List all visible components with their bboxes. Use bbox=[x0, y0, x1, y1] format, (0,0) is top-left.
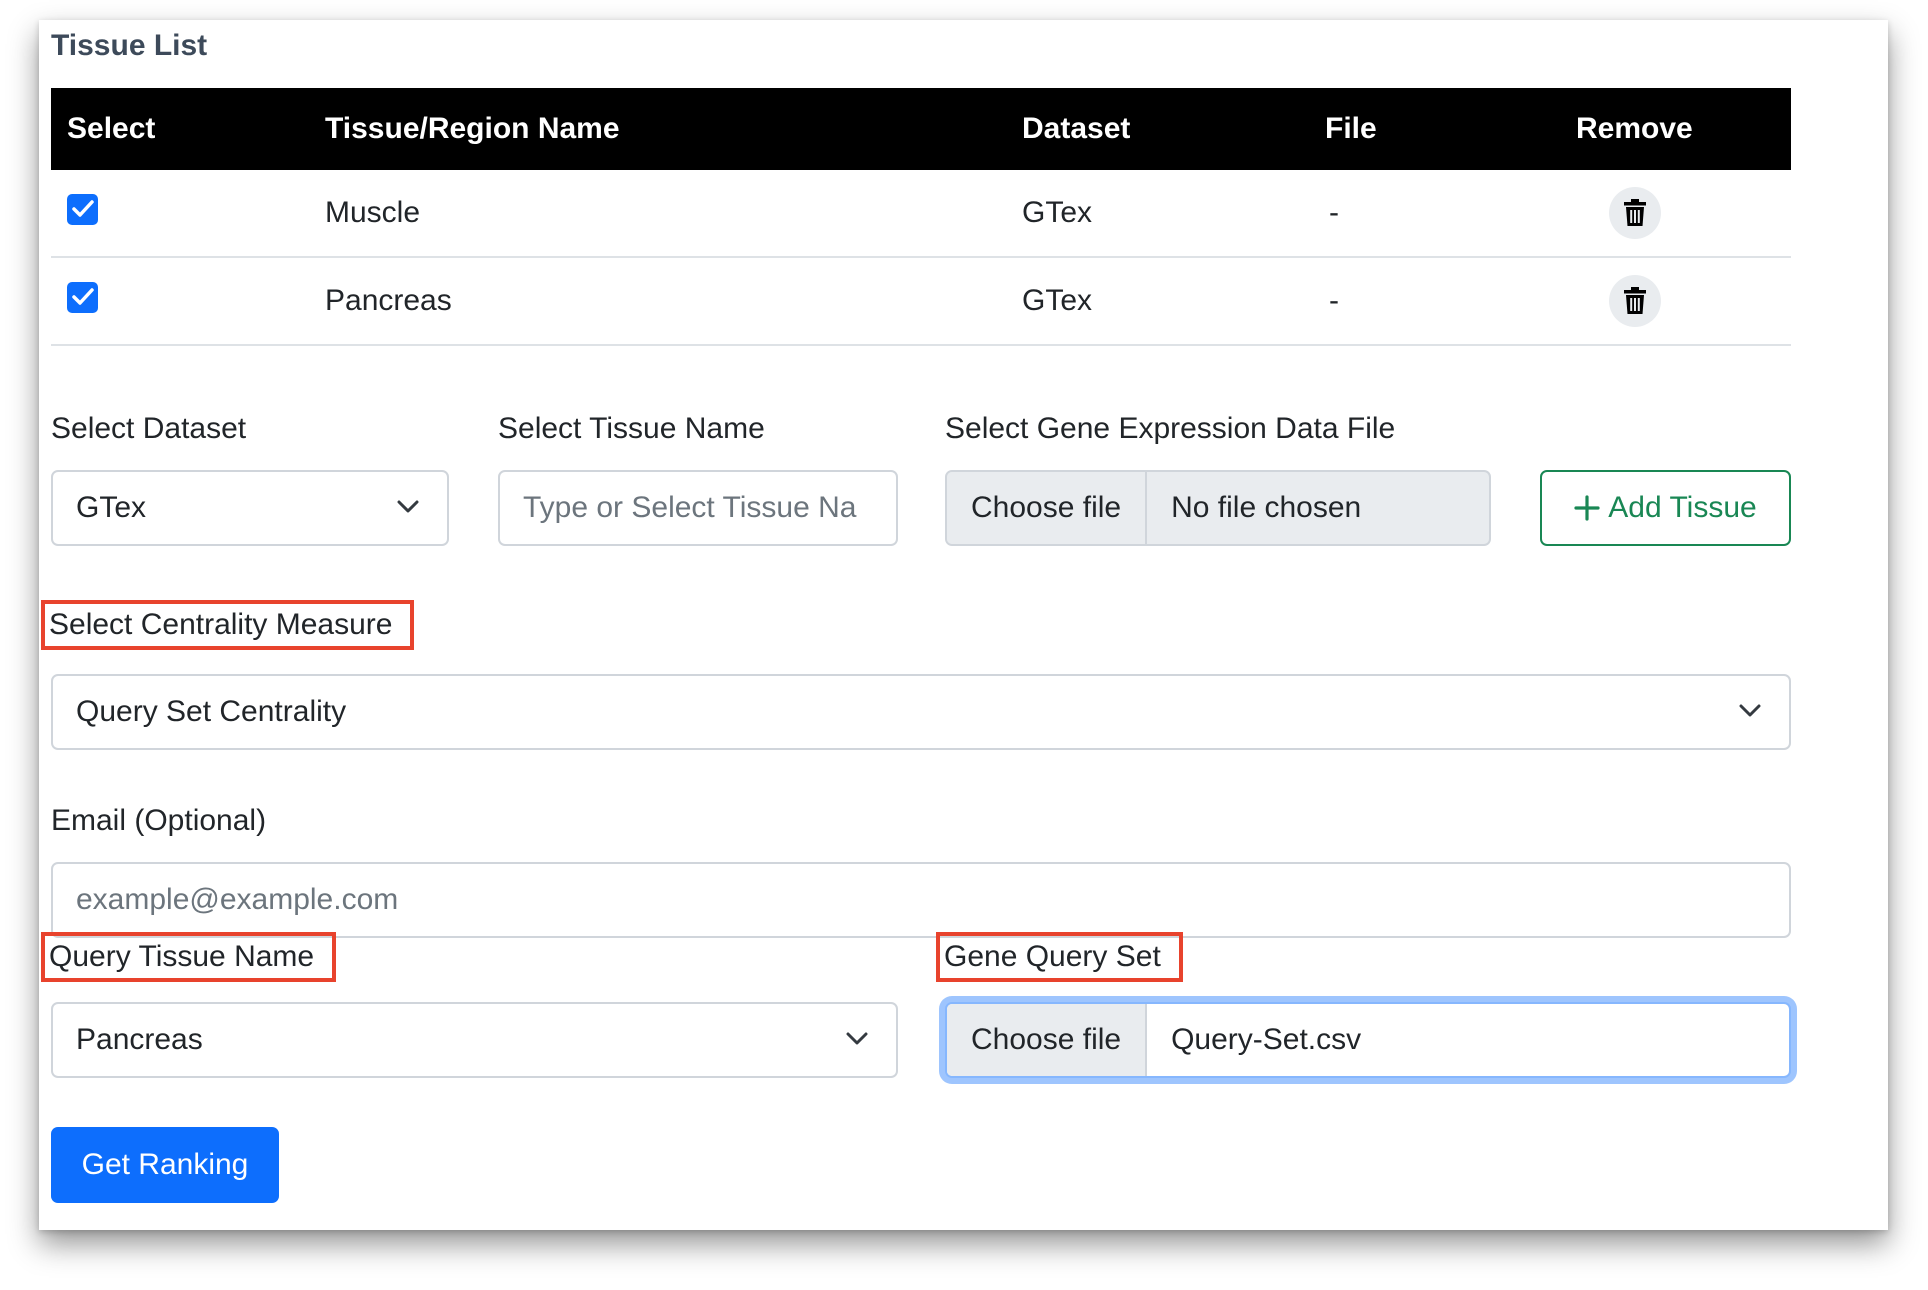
chevron-down-icon bbox=[397, 500, 419, 513]
choose-file-button[interactable]: Choose file bbox=[947, 1004, 1148, 1076]
choose-file-button[interactable]: Choose file bbox=[947, 472, 1148, 544]
email-placeholder: example@example.com bbox=[76, 883, 399, 916]
row-select-checkbox[interactable] bbox=[67, 281, 98, 313]
header-tissue-name: Tissue/Region Name bbox=[325, 112, 620, 145]
table-row: Pancreas GTex - bbox=[51, 258, 1791, 346]
query-tissue-select[interactable]: Pancreas bbox=[51, 1002, 898, 1078]
row-dataset: GTex bbox=[1022, 196, 1093, 229]
header-remove: Remove bbox=[1576, 112, 1693, 145]
add-tissue-button[interactable]: Add Tissue bbox=[1540, 470, 1791, 546]
check-icon bbox=[71, 288, 94, 305]
gene-query-label: Gene Query Set bbox=[936, 932, 1183, 982]
chevron-down-icon bbox=[1739, 704, 1761, 717]
table-header: Select Tissue/Region Name Dataset File R… bbox=[51, 88, 1791, 170]
tissue-name-input[interactable]: Type or Select Tissue Na bbox=[498, 470, 898, 546]
remove-row-button[interactable] bbox=[1609, 187, 1661, 239]
email-label: Email (Optional) bbox=[51, 804, 267, 837]
chevron-down-icon bbox=[846, 1032, 868, 1045]
remove-row-button[interactable] bbox=[1609, 275, 1661, 327]
tissue-form-panel: Tissue List Select Tissue/Region Name Da… bbox=[39, 20, 1888, 1230]
centrality-select[interactable]: Query Set Centrality bbox=[51, 674, 1791, 750]
dataset-select-value: GTex bbox=[76, 491, 147, 524]
header-file: File bbox=[1325, 112, 1377, 145]
get-ranking-button[interactable]: Get Ranking bbox=[51, 1127, 279, 1203]
row-file: - bbox=[1329, 196, 1339, 229]
centrality-select-value: Query Set Centrality bbox=[76, 695, 347, 728]
row-tissue-name: Muscle bbox=[325, 196, 421, 229]
query-tissue-select-value: Pancreas bbox=[76, 1023, 203, 1056]
row-select-checkbox[interactable] bbox=[67, 193, 98, 225]
header-dataset: Dataset bbox=[1022, 112, 1131, 145]
check-icon bbox=[71, 200, 94, 217]
email-input[interactable]: example@example.com bbox=[51, 862, 1791, 938]
tissue-name-placeholder: Type or Select Tissue Na bbox=[523, 491, 857, 524]
row-dataset: GTex bbox=[1022, 284, 1093, 317]
plus-icon bbox=[1574, 495, 1600, 521]
tissue-table: Select Tissue/Region Name Dataset File R… bbox=[51, 88, 1791, 346]
trash-icon bbox=[1624, 287, 1646, 314]
header-select: Select bbox=[67, 112, 156, 145]
tissue-name-label: Select Tissue Name bbox=[498, 412, 765, 445]
gene-query-file-input[interactable]: Choose file Query-Set.csv bbox=[945, 1002, 1791, 1078]
row-file: - bbox=[1329, 284, 1339, 317]
expression-file-label: Select Gene Expression Data File bbox=[945, 412, 1396, 445]
row-tissue-name: Pancreas bbox=[325, 284, 452, 317]
query-tissue-label: Query Tissue Name bbox=[41, 932, 337, 982]
add-tissue-label: Add Tissue bbox=[1608, 491, 1757, 524]
centrality-label: Select Centrality Measure bbox=[41, 600, 415, 650]
file-status: No file chosen bbox=[1171, 491, 1362, 524]
section-title: Tissue List bbox=[51, 29, 208, 62]
expression-file-input[interactable]: Choose file No file chosen bbox=[945, 470, 1491, 546]
table-row: Muscle GTex - bbox=[51, 170, 1791, 258]
gene-query-file-name: Query-Set.csv bbox=[1171, 1023, 1362, 1056]
trash-icon bbox=[1624, 199, 1646, 226]
dataset-select[interactable]: GTex bbox=[51, 470, 449, 546]
dataset-label: Select Dataset bbox=[51, 412, 247, 445]
